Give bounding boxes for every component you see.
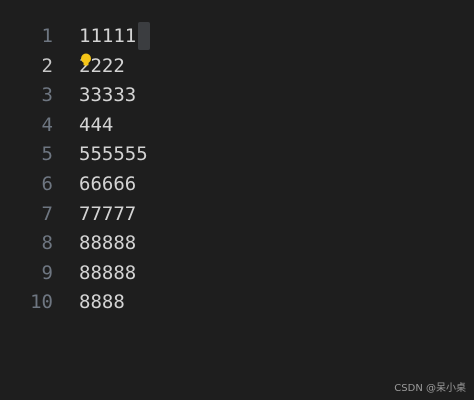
editor-line-10[interactable]: 10 8888 (0, 288, 474, 318)
line-number: 1 (41, 25, 53, 47)
line-number: 9 (41, 261, 53, 284)
line-content[interactable]: 88888 (79, 259, 136, 289)
editor-line-2[interactable]: 2 2222 (0, 52, 474, 82)
editor-line-6[interactable]: 6 66666 (0, 170, 474, 200)
line-number: 10 (30, 291, 53, 314)
line-number: 8 (41, 232, 53, 255)
editor-line-7[interactable]: 7 77777 (0, 200, 474, 230)
line-content[interactable]: 88888 (79, 229, 136, 259)
text-cursor (138, 22, 150, 50)
line-content[interactable]: 66666 (79, 170, 136, 200)
editor-lines: 1 11111 2 2222 3 33333 4 444 5 555555 6 … (0, 22, 474, 318)
line-content[interactable]: 77777 (79, 200, 136, 230)
line-number: 6 (41, 172, 53, 195)
line-content[interactable]: 8888 (79, 288, 125, 318)
editor-line-8[interactable]: 8 88888 (0, 229, 474, 259)
line-number: 4 (41, 113, 53, 136)
line-content[interactable]: 444 (79, 111, 113, 141)
lightbulb-icon[interactable] (80, 53, 92, 69)
editor-line-1[interactable]: 1 11111 (0, 22, 474, 52)
line-content[interactable]: 33333 (79, 81, 136, 111)
editor-line-4[interactable]: 4 444 (0, 111, 474, 141)
line-number: 7 (41, 202, 53, 225)
line-content[interactable]: 555555 (79, 140, 148, 170)
editor-line-9[interactable]: 9 88888 (0, 259, 474, 289)
code-editor[interactable]: 1 11111 2 2222 3 33333 4 444 5 555555 6 … (0, 0, 474, 400)
editor-line-3[interactable]: 3 33333 (0, 81, 474, 111)
editor-line-5[interactable]: 5 555555 (0, 140, 474, 170)
line-number: 5 (41, 143, 53, 166)
line-content[interactable]: 11111 (79, 22, 136, 52)
line-number: 3 (41, 84, 53, 107)
line-number-active: 2 (41, 54, 53, 77)
watermark: CSDN @呆小桌 (394, 383, 466, 394)
